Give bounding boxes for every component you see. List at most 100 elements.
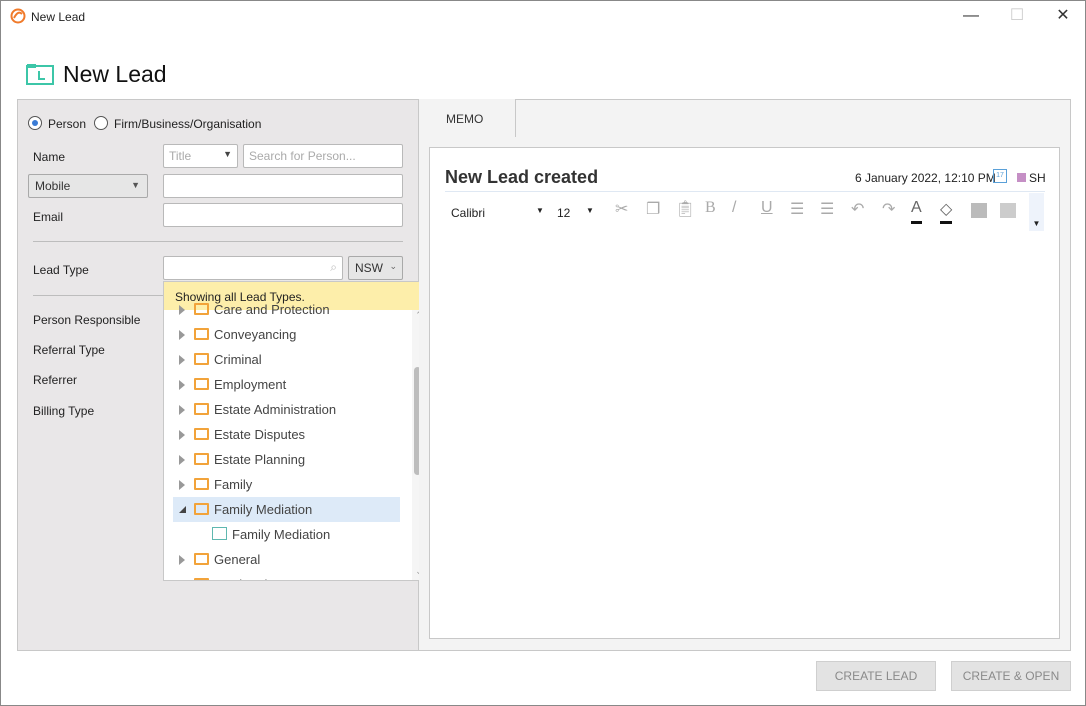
- tree-item-label: Criminal: [214, 352, 262, 367]
- folder-icon: [194, 353, 209, 365]
- expand-arrow-icon[interactable]: [179, 355, 185, 365]
- folder-icon: [194, 403, 209, 415]
- memo-heading: New Lead created: [445, 167, 599, 187]
- create-and-open-button[interactable]: CREATE & OPEN: [951, 661, 1071, 691]
- radio-person[interactable]: [28, 116, 42, 130]
- search-person-input[interactable]: Search for Person...: [243, 144, 403, 168]
- numbered-list-icon[interactable]: ☰: [820, 199, 834, 219]
- expand-arrow-icon[interactable]: [179, 380, 185, 390]
- radio-firm-label: Firm/Business/Organisation: [114, 117, 262, 131]
- folder-icon: [194, 503, 209, 515]
- tree-item[interactable]: Estate Planning: [164, 447, 404, 472]
- folder-icon: [194, 453, 209, 465]
- billing-type-label: Billing Type: [33, 404, 95, 418]
- folder-icon: [194, 378, 209, 390]
- tree-item-label: Estate Disputes: [214, 427, 306, 442]
- person-responsible-label: Person Responsible: [33, 313, 141, 327]
- minimize-button[interactable]: —: [951, 5, 991, 29]
- memo-datetime: 6 January 2022, 12:10 PM: [855, 171, 996, 185]
- highlight-color-icon[interactable]: ◇: [940, 199, 953, 224]
- state-value: NSW: [355, 261, 383, 275]
- cut-icon[interactable]: ✂: [615, 199, 628, 219]
- font-color-icon[interactable]: A: [911, 199, 922, 224]
- italic-icon[interactable]: /: [732, 199, 736, 217]
- expand-arrow-icon[interactable]: [179, 555, 185, 565]
- name-label: Name: [33, 150, 66, 164]
- calendar-icon[interactable]: 17: [993, 169, 1007, 183]
- underline-icon[interactable]: U: [761, 199, 773, 217]
- align-icon[interactable]: [971, 203, 987, 218]
- collapse-arrow-icon[interactable]: [179, 506, 186, 513]
- chevron-down-icon[interactable]: ▼: [536, 206, 544, 215]
- tree-item[interactable]: Care and Protection: [164, 297, 404, 322]
- chevron-down-icon[interactable]: ▼: [586, 206, 594, 215]
- tree-item[interactable]: Employment: [164, 372, 404, 397]
- phone-input[interactable]: [163, 174, 403, 198]
- expand-arrow-icon[interactable]: [179, 305, 185, 315]
- referral-type-label: Referral Type: [33, 343, 105, 357]
- tree-item[interactable]: Family: [164, 472, 404, 497]
- folder-icon: [194, 328, 209, 340]
- expand-arrow-icon[interactable]: [179, 580, 185, 581]
- tree-item-label: Conveyancing: [214, 327, 297, 342]
- tree-item[interactable]: Conveyancing: [164, 322, 404, 347]
- tree-item[interactable]: Immigration: [164, 572, 404, 581]
- bullet-list-icon[interactable]: ☰: [790, 199, 804, 219]
- tree-item-label: Estate Planning: [214, 452, 306, 467]
- chevron-down-icon: ⌄: [389, 261, 397, 271]
- phone-type-select[interactable]: Mobile ▼: [28, 174, 148, 198]
- tree-item-label: Employment: [214, 377, 287, 392]
- undo-icon[interactable]: ↶: [851, 199, 864, 219]
- divider: [33, 295, 163, 296]
- tree-item[interactable]: Estate Administration: [164, 397, 404, 422]
- tree-item-label: General: [214, 552, 261, 567]
- tree-item-label: Estate Administration: [214, 402, 337, 417]
- tree-item-label: Family Mediation: [232, 527, 331, 542]
- chevron-down-icon: ▼: [131, 180, 140, 190]
- tree-item[interactable]: Family Mediation: [164, 522, 404, 547]
- redo-icon[interactable]: ↷: [882, 199, 895, 219]
- toolbar-overflow-button[interactable]: ▼: [1029, 193, 1044, 231]
- folder-icon: [194, 578, 209, 580]
- justify-icon[interactable]: [1000, 203, 1016, 218]
- tree-item[interactable]: Family Mediation: [173, 497, 400, 522]
- title-select[interactable]: Title ▼: [163, 144, 238, 168]
- memo-user: SH: [1029, 171, 1046, 185]
- email-input[interactable]: [163, 203, 403, 227]
- lead-type-icon: [212, 527, 227, 540]
- create-lead-button[interactable]: CREATE LEAD: [816, 661, 936, 691]
- folder-icon: [194, 478, 209, 490]
- lead-icon: [26, 64, 54, 85]
- user-color-swatch: [1017, 173, 1026, 182]
- close-button[interactable]: ✕: [1043, 5, 1083, 29]
- lead-type-input[interactable]: ⌕: [163, 256, 343, 280]
- title-placeholder: Title: [169, 149, 192, 163]
- bold-icon[interactable]: B: [705, 199, 716, 217]
- expand-arrow-icon[interactable]: [179, 480, 185, 490]
- lead-type-dropdown: Showing all Lead Types. Care and Protect…: [163, 281, 426, 581]
- expand-arrow-icon[interactable]: [179, 430, 185, 440]
- radio-firm[interactable]: [94, 116, 108, 130]
- memo-editor[interactable]: [429, 147, 1060, 639]
- font-select[interactable]: Calibri: [451, 206, 485, 220]
- paste-icon[interactable]: 📋︎: [675, 199, 695, 219]
- expand-arrow-icon[interactable]: [179, 405, 185, 415]
- expand-arrow-icon[interactable]: [179, 455, 185, 465]
- expand-arrow-icon[interactable]: [179, 330, 185, 340]
- title-bar: New Lead — ☐ ✕: [1, 1, 1086, 33]
- tree-item[interactable]: Criminal: [164, 347, 404, 372]
- tab-memo[interactable]: MEMO: [419, 99, 516, 137]
- tree-item-label: Family: [214, 477, 253, 492]
- folder-icon: [194, 428, 209, 440]
- lead-type-label: Lead Type: [33, 263, 89, 277]
- copy-icon[interactable]: ❐: [646, 199, 660, 219]
- tree-item[interactable]: Estate Disputes: [164, 422, 404, 447]
- size-select[interactable]: 12: [557, 206, 570, 220]
- tree-item[interactable]: General: [164, 547, 404, 572]
- state-select[interactable]: NSW ⌄: [348, 256, 403, 280]
- maximize-button[interactable]: ☐: [997, 5, 1037, 29]
- email-label: Email: [33, 210, 64, 224]
- chevron-down-icon: ▼: [223, 149, 232, 159]
- folder-icon: [194, 553, 209, 565]
- window-title: New Lead: [31, 10, 86, 24]
